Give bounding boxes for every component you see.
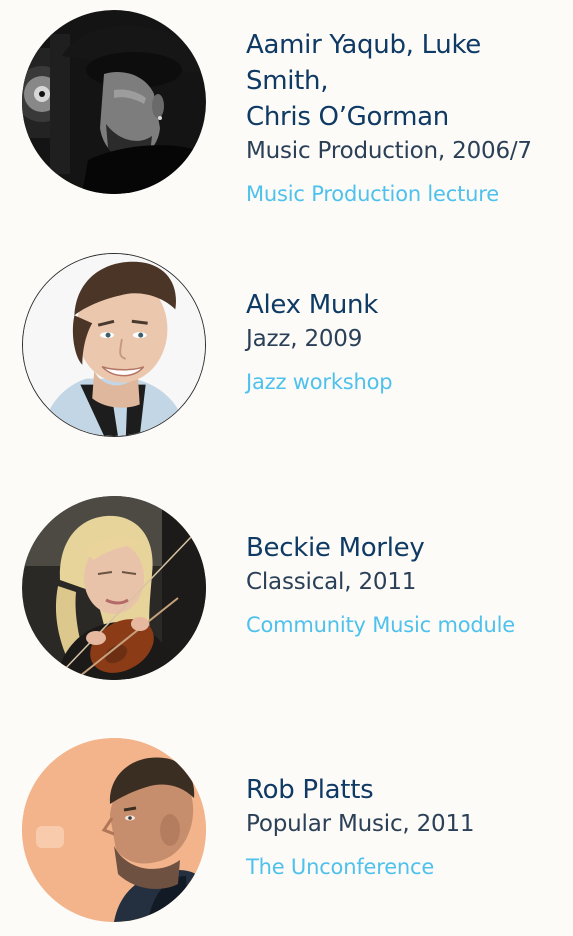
person-name: Beckie Morley [246,533,425,563]
person-card: Rob Platts Popular Music, 2011 The Uncon… [0,736,573,936]
person-info: Alex Munk Jazz, 2009 Jazz workshop [246,287,568,397]
person-name: Aamir Yaqub, Luke Smith, Chris O’Gorman [246,30,482,132]
avatar [22,496,206,680]
person-link[interactable]: The Unconference [246,852,434,882]
person-meta: Music Production, 2006/7 [246,138,532,164]
person-info: Aamir Yaqub, Luke Smith, Chris O’Gorman … [246,27,568,209]
avatar [22,253,206,437]
person-link[interactable]: Community Music module [246,610,515,640]
people-list: Aamir Yaqub, Luke Smith, Chris O’Gorman … [0,0,573,922]
person-name: Alex Munk [246,290,378,320]
person-photo [23,254,205,436]
person-meta: Popular Music, 2011 [246,811,475,837]
person-link[interactable]: Jazz workshop [246,367,393,397]
person-card: Aamir Yaqub, Luke Smith, Chris O’Gorman … [0,8,573,208]
person-photo [22,10,206,194]
avatar [22,10,206,194]
person-meta: Jazz, 2009 [246,326,363,352]
person-name: Rob Platts [246,775,374,805]
person-meta: Classical, 2011 [246,569,417,595]
person-photo [22,738,206,922]
person-info: Beckie Morley Classical, 2011 Community … [246,530,568,640]
person-card: Alex Munk Jazz, 2009 Jazz workshop [0,251,573,451]
person-info: Rob Platts Popular Music, 2011 The Uncon… [246,772,568,882]
avatar [22,738,206,922]
person-photo [22,496,206,680]
person-card: Beckie Morley Classical, 2011 Community … [0,494,573,694]
person-link[interactable]: Music Production lecture [246,179,499,209]
